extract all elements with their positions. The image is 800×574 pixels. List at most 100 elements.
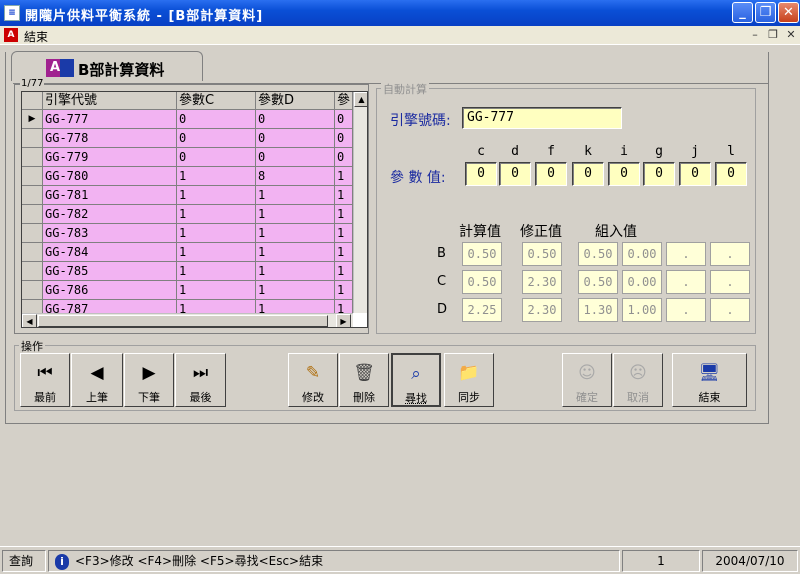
minimize-button[interactable]: _ — [732, 2, 753, 23]
param-value-field[interactable]: 0 — [679, 162, 711, 186]
table-cell[interactable]: GG-784 — [43, 243, 177, 262]
table-cell[interactable]: 1 — [256, 186, 335, 205]
table-row[interactable]: ▶ GG-777 0 0 0 — [22, 110, 363, 129]
last-button[interactable]: ⏭ 最後 — [175, 353, 226, 407]
horizontal-scrollbar[interactable]: ◀ ▶ — [22, 313, 353, 327]
calc-value-field[interactable]: 0.50 — [462, 242, 502, 266]
calc-value-field[interactable]: 0.00 — [622, 270, 662, 294]
calc-value-field[interactable]: 0.50 — [522, 242, 562, 266]
row-indicator[interactable] — [22, 148, 43, 167]
data-grid[interactable]: 引擎代號 參數C 參數D 參 ▶ GG-777 0 0 0 GG-778 0 0 0 GG-779… — [21, 91, 368, 328]
param-value-field[interactable]: 0 — [643, 162, 675, 186]
edit-button[interactable]: ✎ 修改 — [288, 353, 338, 407]
table-cell[interactable]: 1 — [335, 167, 353, 186]
scroll-right-icon[interactable]: ▶ — [336, 314, 351, 327]
calc-value-field[interactable]: . — [666, 270, 706, 294]
table-cell[interactable]: GG-778 — [43, 129, 177, 148]
scroll-thumb[interactable] — [38, 315, 328, 327]
table-cell[interactable]: 1 — [177, 243, 256, 262]
tab-b-data[interactable]: A B部計算資料 — [11, 51, 203, 81]
table-cell[interactable]: GG-779 — [43, 148, 177, 167]
table-cell[interactable]: 0 — [256, 148, 335, 167]
table-cell[interactable]: 0 — [256, 129, 335, 148]
table-cell[interactable]: 1 — [335, 205, 353, 224]
table-row[interactable]: GG-779 0 0 0 — [22, 148, 363, 167]
table-cell[interactable]: 0 — [335, 110, 353, 129]
table-cell[interactable]: 0 — [335, 129, 353, 148]
calc-value-field[interactable]: 0.50 — [462, 270, 502, 294]
table-cell[interactable]: 1 — [177, 262, 256, 281]
table-row[interactable]: GG-783 1 1 1 — [22, 224, 363, 243]
column-header[interactable]: 參 — [335, 92, 353, 110]
row-indicator[interactable] — [22, 243, 43, 262]
table-cell[interactable]: 1 — [335, 262, 353, 281]
row-indicator[interactable] — [22, 186, 43, 205]
engine-number-field[interactable]: GG-777 — [462, 107, 622, 129]
calc-value-field[interactable]: . — [710, 298, 750, 322]
restore-button[interactable]: ❐ — [755, 2, 776, 23]
vertical-scrollbar[interactable]: ▲ — [353, 92, 367, 313]
table-cell[interactable]: 1 — [256, 224, 335, 243]
calc-value-field[interactable]: . — [710, 270, 750, 294]
column-header[interactable]: 引擎代號 — [43, 92, 177, 110]
prev-button[interactable]: ◀ 上筆 — [71, 353, 123, 407]
table-cell[interactable]: 1 — [177, 281, 256, 300]
column-header[interactable]: 參數C — [177, 92, 256, 110]
table-cell[interactable]: GG-785 — [43, 262, 177, 281]
param-value-field[interactable]: 0 — [535, 162, 567, 186]
app-icon[interactable]: ≡ — [4, 5, 20, 21]
row-indicator[interactable]: ▶ — [22, 110, 43, 129]
param-value-field[interactable]: 0 — [572, 162, 604, 186]
calc-value-field[interactable]: 2.25 — [462, 298, 502, 322]
calc-value-field[interactable]: . — [666, 298, 706, 322]
column-header[interactable]: 參數D — [256, 92, 335, 110]
table-cell[interactable]: 0 — [177, 148, 256, 167]
param-value-field[interactable]: 0 — [715, 162, 747, 186]
table-cell[interactable]: 1 — [335, 224, 353, 243]
next-button[interactable]: ▶ 下筆 — [124, 353, 174, 407]
table-cell[interactable]: 1 — [177, 205, 256, 224]
table-cell[interactable]: GG-780 — [43, 167, 177, 186]
table-row[interactable]: GG-780 1 8 1 — [22, 167, 363, 186]
menu-exit[interactable]: 結束 — [24, 28, 48, 45]
table-row[interactable]: GG-778 0 0 0 — [22, 129, 363, 148]
delete-button[interactable]: 🗑 刪除 — [339, 353, 389, 407]
calc-value-field[interactable]: 0.50 — [578, 242, 618, 266]
child-close-icon[interactable]: ✕ — [784, 28, 798, 42]
table-cell[interactable]: 1 — [256, 262, 335, 281]
table-cell[interactable]: 1 — [256, 281, 335, 300]
row-indicator[interactable] — [22, 129, 43, 148]
sync-button[interactable]: 📁 同步 — [444, 353, 494, 407]
scroll-up-icon[interactable]: ▲ — [354, 92, 367, 107]
table-cell[interactable]: GG-783 — [43, 224, 177, 243]
calc-value-field[interactable]: 0.50 — [578, 270, 618, 294]
find-button[interactable]: ⌕ 尋找 — [391, 353, 441, 407]
table-cell[interactable]: 0 — [177, 129, 256, 148]
table-row[interactable]: GG-782 1 1 1 — [22, 205, 363, 224]
table-cell[interactable]: GG-777 — [43, 110, 177, 129]
cancel-button[interactable]: ☹ 取消 — [613, 353, 663, 407]
document-icon[interactable]: A — [4, 28, 18, 42]
row-indicator[interactable] — [22, 281, 43, 300]
row-indicator[interactable] — [22, 224, 43, 243]
calc-value-field[interactable]: 2.30 — [522, 270, 562, 294]
confirm-button[interactable]: ☺ 確定 — [562, 353, 612, 407]
table-cell[interactable]: 1 — [177, 186, 256, 205]
table-cell[interactable]: GG-781 — [43, 186, 177, 205]
calc-value-field[interactable]: 2.30 — [522, 298, 562, 322]
param-value-field[interactable]: 0 — [465, 162, 497, 186]
table-row[interactable]: GG-781 1 1 1 — [22, 186, 363, 205]
row-indicator[interactable] — [22, 167, 43, 186]
table-cell[interactable]: 1 — [335, 281, 353, 300]
table-cell[interactable]: 0 — [335, 148, 353, 167]
exit-button[interactable]: 🖥 結束 — [672, 353, 747, 407]
table-row[interactable]: GG-786 1 1 1 — [22, 281, 363, 300]
scroll-left-icon[interactable]: ◀ — [22, 314, 37, 327]
table-cell[interactable]: 1 — [335, 243, 353, 262]
row-indicator[interactable] — [22, 205, 43, 224]
table-cell[interactable]: 8 — [256, 167, 335, 186]
child-minimize-icon[interactable]: – — [748, 28, 762, 42]
table-row[interactable]: GG-785 1 1 1 — [22, 262, 363, 281]
row-indicator[interactable] — [22, 262, 43, 281]
calc-value-field[interactable]: . — [710, 242, 750, 266]
